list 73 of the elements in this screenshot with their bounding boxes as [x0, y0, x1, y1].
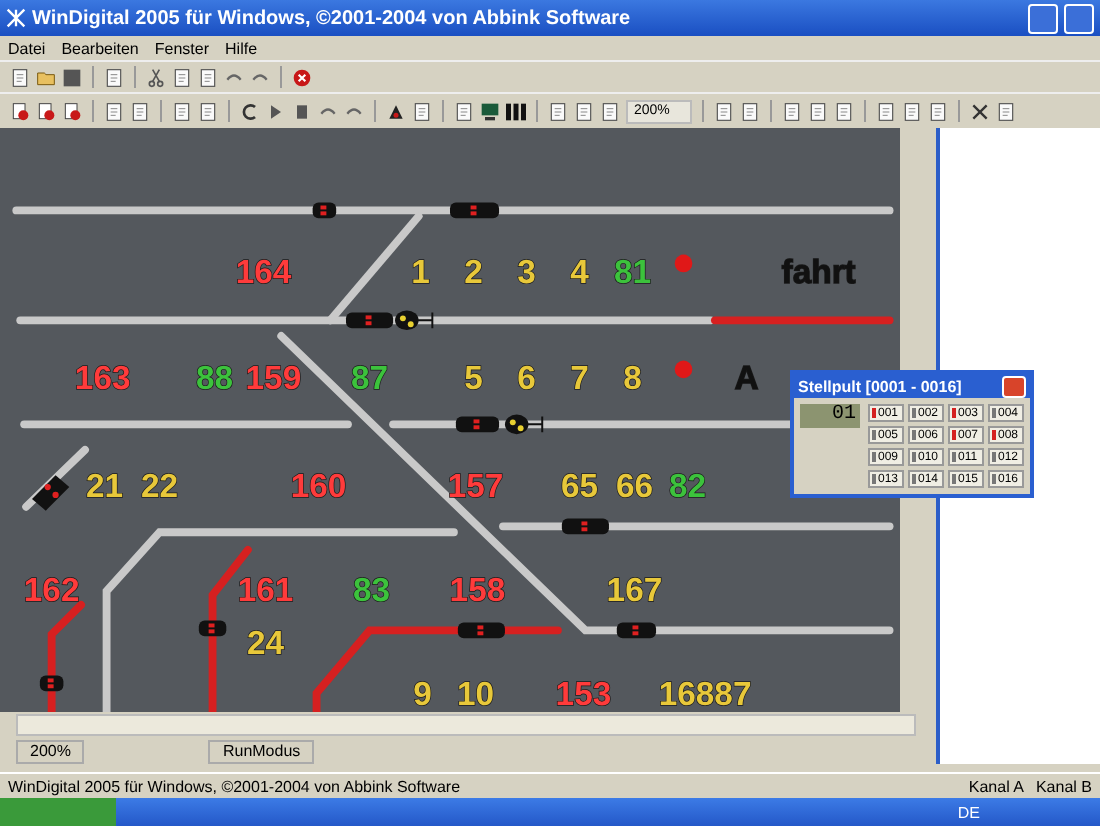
folder-icon[interactable] — [36, 67, 56, 87]
track-label[interactable]: 167 — [606, 570, 663, 609]
page-icon[interactable] — [104, 101, 124, 121]
track-label[interactable]: 87 — [351, 359, 389, 397]
page-icon[interactable] — [172, 101, 192, 121]
menu-item[interactable]: Datei — [8, 39, 46, 57]
monitor-icon[interactable] — [480, 101, 500, 121]
track-label[interactable]: 6 — [517, 359, 536, 397]
track-label[interactable]: 5 — [464, 359, 483, 397]
status-field: 200% — [16, 740, 85, 764]
window-title: WinDigital 2005 für Windows, ©2001-2004 von Abbink Software — [32, 7, 633, 29]
track-line — [22, 445, 89, 511]
menu-item[interactable]: Hilfe — [225, 39, 258, 57]
c-icon[interactable] — [240, 101, 260, 121]
track-label[interactable]: 88 — [195, 359, 234, 397]
track-label[interactable]: 83 — [352, 570, 391, 609]
page-icon[interactable] — [833, 101, 854, 121]
page-icon[interactable] — [198, 101, 218, 121]
close-icon[interactable] — [969, 101, 990, 121]
play-icon[interactable] — [266, 101, 286, 121]
digit-display: 01 — [800, 404, 860, 428]
page-icon[interactable] — [600, 101, 620, 121]
track-label[interactable]: 7 — [570, 359, 589, 397]
track-label[interactable]: 16887 — [658, 674, 752, 713]
stellpult-title: Stellpult [0001 - 0016] — [798, 377, 964, 395]
track-label[interactable]: 65 — [560, 466, 599, 505]
track-label[interactable]: 21 — [86, 466, 124, 505]
track-label[interactable]: 66 — [615, 466, 653, 505]
close-button[interactable] — [1002, 375, 1026, 397]
track-label[interactable]: 24 — [247, 623, 285, 662]
track-label[interactable]: 2 — [464, 253, 483, 292]
page-icon[interactable] — [574, 101, 594, 121]
track-label[interactable]: 8 — [623, 359, 642, 397]
track-label[interactable]: fahrt — [781, 253, 856, 292]
page-icon[interactable] — [781, 101, 802, 121]
horizontal-scrollbar[interactable] — [16, 714, 916, 737]
signal-icon[interactable] — [455, 416, 500, 433]
track-label[interactable]: 10 — [456, 674, 495, 713]
stop-icon[interactable] — [292, 67, 312, 87]
signal-icon[interactable] — [312, 202, 337, 219]
track-label[interactable]: 1 — [411, 253, 430, 292]
app-icon — [6, 8, 26, 28]
track-label[interactable]: 4 — [570, 253, 589, 292]
status-field: RunModus — [208, 740, 315, 764]
page-icon[interactable] — [807, 101, 828, 121]
bars-icon[interactable] — [506, 101, 526, 121]
track-label[interactable]: 22 — [141, 466, 179, 505]
track-label[interactable]: A — [734, 359, 759, 397]
restore-button[interactable] — [1064, 3, 1094, 33]
minimize-button[interactable] — [1028, 3, 1058, 33]
signal-head-icon[interactable] — [504, 414, 544, 435]
track-label[interactable]: 82 — [668, 466, 706, 505]
track-label[interactable]: 81 — [613, 253, 652, 292]
signal-icon[interactable] — [32, 475, 70, 511]
track-label[interactable]: 9 — [413, 674, 432, 713]
channel-label: Kanal B — [1035, 777, 1092, 795]
channel-label: Kanal A — [968, 777, 1024, 795]
signal-head-icon[interactable] — [395, 310, 434, 331]
track-label[interactable]: 3 — [517, 253, 536, 292]
signal-lamp-icon — [674, 360, 693, 379]
page-icon[interactable] — [130, 101, 150, 121]
menu-item[interactable]: Fenster — [154, 39, 210, 57]
signal-lamp-icon — [674, 254, 693, 273]
start-button[interactable] — [0, 798, 116, 826]
pause-icon[interactable] — [292, 101, 312, 121]
signal-icon[interactable] — [616, 622, 657, 639]
scissors-icon[interactable] — [146, 67, 166, 87]
track-line — [47, 600, 85, 713]
status-text: WinDigital 2005 für Windows, ©2001-2004 von Abbink Software — [8, 777, 463, 795]
menu-item[interactable]: Bearbeiten — [61, 39, 139, 57]
language-indicator[interactable]: DE — [957, 803, 980, 821]
document-icon[interactable] — [10, 67, 30, 87]
page-icon[interactable] — [548, 101, 568, 121]
